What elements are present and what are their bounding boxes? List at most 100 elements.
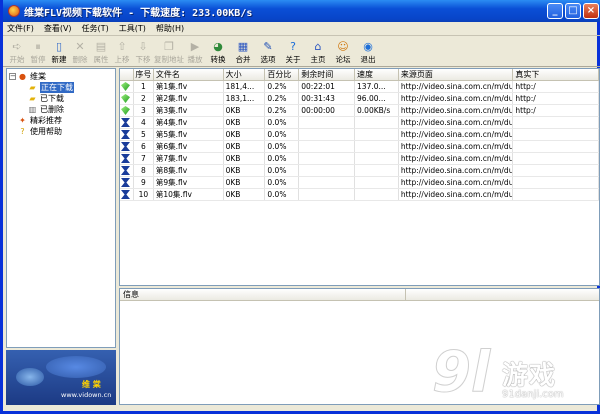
cell-real — [513, 141, 599, 152]
forum-button[interactable]: ☺ 论坛 — [331, 37, 355, 65]
new-button[interactable]: ▯ 新建 — [49, 37, 69, 65]
tree-root[interactable]: − ● 维棠 — [9, 71, 113, 82]
cell-name: 第4集.flv — [154, 117, 224, 128]
menu-tools[interactable]: 工具(T) — [119, 23, 146, 34]
cell-source: http://video.sina.com.cn/m/duan... — [400, 105, 514, 116]
table-row[interactable]: 8 第8集.flv 0KB 0.0% http://video.sina.com.cn/… — [120, 165, 599, 177]
properties-button[interactable]: ▤ 属性 — [91, 37, 111, 65]
cell-pct: 0.2% — [265, 105, 300, 116]
maximize-button[interactable]: □ — [565, 3, 581, 19]
cell-real — [513, 189, 599, 200]
cell-pct: 0.0% — [265, 177, 300, 188]
cell-real: http:/ — [513, 105, 599, 116]
table-row[interactable]: 7 第7集.flv 0KB 0.0% http://video.sina.com.cn/… — [120, 153, 599, 165]
convert-button[interactable]: ◕ 转换 — [206, 37, 230, 65]
cell-pct: 0.0% — [265, 189, 300, 200]
move-down-button[interactable]: ⇩ 下移 — [133, 37, 153, 65]
video-icon: ▶ — [190, 39, 200, 53]
menu-help[interactable]: 帮助(H) — [156, 23, 184, 34]
home-button[interactable]: ⌂ 主页 — [306, 37, 330, 65]
cell-speed — [355, 189, 399, 200]
cell-speed — [355, 141, 399, 152]
waiting-status-icon — [121, 178, 130, 187]
collapse-icon[interactable]: − — [9, 73, 16, 80]
tree-item-help[interactable]: ? 使用帮助 — [9, 126, 113, 137]
col-speed[interactable]: 速度 — [355, 69, 399, 80]
exit-icon: ◉ — [363, 39, 373, 53]
about-button[interactable]: ? 关于 — [281, 37, 305, 65]
col-percent[interactable]: 百分比 — [265, 69, 300, 80]
close-button[interactable]: × — [583, 3, 599, 19]
move-up-button[interactable]: ⇧ 上移 — [112, 37, 132, 65]
start-button[interactable]: ➪ 开始 — [7, 37, 27, 65]
col-source[interactable]: 来源页面 — [399, 69, 514, 80]
minimize-button[interactable]: _ — [547, 3, 563, 19]
cell-speed: 0.00KB/s — [355, 105, 399, 116]
cell-source: http://video.sina.com.cn/m/duan... — [400, 177, 514, 188]
col-status[interactable] — [120, 69, 134, 80]
banner-url: www.vidown.cn — [61, 391, 112, 399]
cell-no: 3 — [134, 105, 154, 116]
col-size[interactable]: 大小 — [224, 69, 266, 80]
cell-no: 8 — [134, 165, 154, 176]
cell-no: 2 — [134, 93, 154, 104]
info-header: 信息 — [120, 289, 406, 300]
col-no[interactable]: 序号 — [134, 69, 154, 80]
table-row[interactable]: 10 第10集.flv 0KB 0.0% http://video.sina.com.c… — [120, 189, 599, 201]
cell-real: http:/ — [513, 81, 599, 92]
play-button[interactable]: ▶ 播放 — [185, 37, 205, 65]
exit-button[interactable]: ◉ 退出 — [356, 37, 380, 65]
options-button[interactable]: ✎ 选项 — [256, 37, 280, 65]
cell-pct: 0.0% — [265, 129, 300, 140]
table-row[interactable]: 6 第6集.flv 0KB 0.0% http://video.sina.com.cn/… — [120, 141, 599, 153]
cell-real — [513, 177, 599, 188]
cell-remain: 00:00:00 — [299, 105, 356, 116]
title-bar[interactable]: 维棠FLV视频下载软件 - 下载速度: 233.00KB/s _ □ × — [3, 0, 600, 22]
folder-icon: ▰ — [29, 82, 36, 92]
tree-item-deleted[interactable]: ▥ 已删除 — [9, 104, 113, 115]
window-title: 维棠FLV视频下载软件 - 下载速度: 233.00KB/s — [24, 7, 253, 19]
downloading-status-icon — [121, 82, 130, 91]
options-icon: ✎ — [263, 39, 273, 53]
col-real-url[interactable]: 真实下 — [513, 69, 599, 80]
cell-size: 0KB — [224, 165, 266, 176]
cell-no: 9 — [134, 177, 154, 188]
pause-button[interactable]: ⏸ 暂停 — [28, 37, 48, 65]
menu-task[interactable]: 任务(T) — [82, 23, 109, 34]
tree-item-downloading[interactable]: ▰ 正在下载 — [9, 82, 113, 93]
trash-icon: ▥ — [28, 104, 37, 114]
menu-file[interactable]: 文件(F) — [7, 23, 34, 34]
watermark-text: 游戏 — [502, 361, 557, 391]
tree-item-recommend[interactable]: ✦ 精彩推荐 — [9, 115, 113, 126]
downloading-status-icon — [121, 94, 130, 103]
ad-banner[interactable]: 维 棠 www.vidown.cn — [6, 350, 116, 405]
table-row[interactable]: 5 第5集.flv 0KB 0.0% http://video.sina.com.cn/… — [120, 129, 599, 141]
waiting-status-icon — [121, 154, 130, 163]
col-remaining[interactable]: 剩余时间 — [299, 69, 356, 80]
table-row[interactable]: 9 第9集.flv 0KB 0.0% http://video.sina.com.cn/… — [120, 177, 599, 189]
cell-source: http://video.sina.com.cn/m/duan... — [400, 153, 514, 164]
table-row[interactable]: 1 第1集.flv 181,4... 0.2% 00:22:01 137.0... http… — [120, 81, 599, 93]
cell-name: 第5集.flv — [154, 129, 224, 140]
downloading-status-icon — [121, 106, 130, 115]
table-row[interactable]: 4 第4集.flv 0KB 0.0% http://video.sina.com.cn/… — [120, 117, 599, 129]
table-row[interactable]: 3 第3集.flv 0KB 0.2% 00:00:00 0.00KB/s http://vi… — [120, 105, 599, 117]
cell-speed — [355, 129, 399, 140]
cell-real — [513, 153, 599, 164]
col-filename[interactable]: 文件名 — [154, 69, 224, 80]
pause-icon: ⏸ — [35, 39, 41, 53]
cell-real — [513, 165, 599, 176]
cell-speed: 137.0... — [355, 81, 399, 92]
cell-size: 0KB — [224, 153, 266, 164]
copy-address-button[interactable]: ❐ 复制地址 — [154, 37, 184, 65]
delete-button[interactable]: ✕ 删除 — [70, 37, 90, 65]
menu-view[interactable]: 查看(V) — [44, 23, 72, 34]
banner-logo: 维 棠 — [82, 380, 101, 389]
tree-item-downloaded[interactable]: ▰ 已下载 — [9, 93, 113, 104]
cell-remain — [299, 177, 356, 188]
cell-source: http://video.sina.com.cn/m/duan... — [400, 81, 514, 92]
cell-remain: 00:22:01 — [299, 81, 356, 92]
cell-no: 1 — [134, 81, 154, 92]
table-row[interactable]: 2 第2集.flv 183,1... 0.2% 00:31:43 96.00... http… — [120, 93, 599, 105]
merge-button[interactable]: ▦ 合并 — [231, 37, 255, 65]
